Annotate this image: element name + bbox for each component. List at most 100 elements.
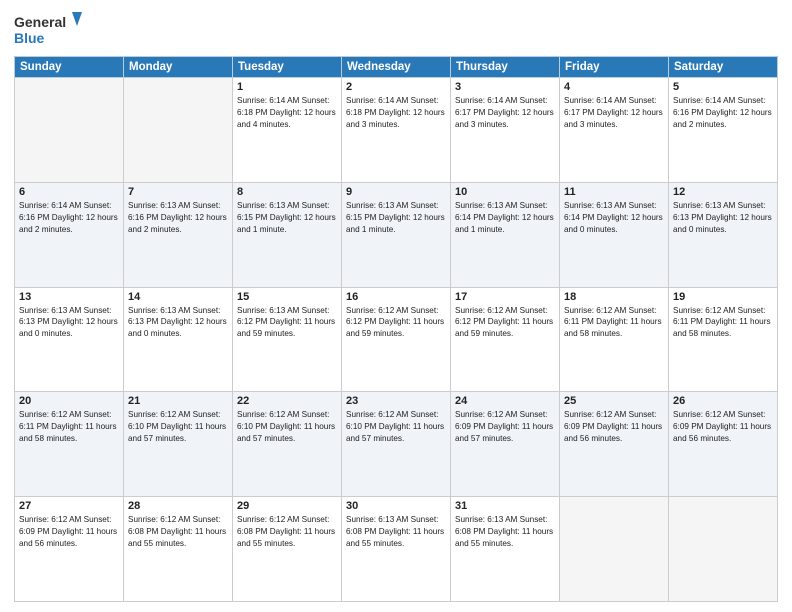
calendar-day-cell: 12 Sunrise: 6:13 AM Sunset: 6:13 PM Dayli… xyxy=(669,182,778,287)
day-info: Sunrise: 6:14 AM Sunset: 6:16 PM Dayligh… xyxy=(673,95,773,131)
svg-text:Blue: Blue xyxy=(14,30,45,46)
day-info: Sunrise: 6:12 AM Sunset: 6:10 PM Dayligh… xyxy=(128,409,228,445)
day-number: 15 xyxy=(237,291,337,303)
calendar-day-header: Friday xyxy=(560,57,669,78)
day-info: Sunrise: 6:13 AM Sunset: 6:13 PM Dayligh… xyxy=(673,200,773,236)
logo-svg: General Blue xyxy=(14,10,84,50)
calendar-day-cell xyxy=(124,78,233,183)
calendar-day-cell: 10 Sunrise: 6:13 AM Sunset: 6:14 PM Dayli… xyxy=(451,182,560,287)
day-info: Sunrise: 6:13 AM Sunset: 6:08 PM Dayligh… xyxy=(346,514,446,550)
day-number: 26 xyxy=(673,395,773,407)
day-info: Sunrise: 6:12 AM Sunset: 6:11 PM Dayligh… xyxy=(564,305,664,341)
day-info: Sunrise: 6:13 AM Sunset: 6:15 PM Dayligh… xyxy=(346,200,446,236)
day-number: 7 xyxy=(128,186,228,198)
day-number: 3 xyxy=(455,81,555,93)
day-number: 17 xyxy=(455,291,555,303)
day-info: Sunrise: 6:13 AM Sunset: 6:08 PM Dayligh… xyxy=(455,514,555,550)
calendar-day-cell: 8 Sunrise: 6:13 AM Sunset: 6:15 PM Daylig… xyxy=(233,182,342,287)
day-number: 28 xyxy=(128,500,228,512)
day-info: Sunrise: 6:13 AM Sunset: 6:14 PM Dayligh… xyxy=(455,200,555,236)
calendar-day-cell: 21 Sunrise: 6:12 AM Sunset: 6:10 PM Dayli… xyxy=(124,392,233,497)
day-info: Sunrise: 6:13 AM Sunset: 6:14 PM Dayligh… xyxy=(564,200,664,236)
day-info: Sunrise: 6:13 AM Sunset: 6:13 PM Dayligh… xyxy=(128,305,228,341)
day-number: 6 xyxy=(19,186,119,198)
calendar-day-cell: 11 Sunrise: 6:13 AM Sunset: 6:14 PM Dayli… xyxy=(560,182,669,287)
calendar-day-cell: 4 Sunrise: 6:14 AM Sunset: 6:17 PM Daylig… xyxy=(560,78,669,183)
calendar-day-cell: 14Sunrise: 6:13 AM Sunset: 6:13 PM Dayli… xyxy=(124,287,233,392)
day-info: Sunrise: 6:14 AM Sunset: 6:17 PM Dayligh… xyxy=(564,95,664,131)
calendar-day-cell: 29Sunrise: 6:12 AM Sunset: 6:08 PM Dayli… xyxy=(233,497,342,602)
calendar-day-cell: 28 Sunrise: 6:12 AM Sunset: 6:08 PM Dayli… xyxy=(124,497,233,602)
day-number: 1 xyxy=(237,81,337,93)
day-number: 29 xyxy=(237,500,337,512)
calendar-week-row: 1 Sunrise: 6:14 AM Sunset: 6:18 PM Daylig… xyxy=(15,78,778,183)
calendar-day-cell: 6 Sunrise: 6:14 AM Sunset: 6:16 PM Daylig… xyxy=(15,182,124,287)
calendar-week-row: 6 Sunrise: 6:14 AM Sunset: 6:16 PM Daylig… xyxy=(15,182,778,287)
calendar-day-cell xyxy=(560,497,669,602)
calendar-header-row: SundayMondayTuesdayWednesdayThursdayFrid… xyxy=(15,57,778,78)
calendar-week-row: 20 Sunrise: 6:12 AM Sunset: 6:11 PM Dayli… xyxy=(15,392,778,497)
calendar-day-cell: 3 Sunrise: 6:14 AM Sunset: 6:17 PM Daylig… xyxy=(451,78,560,183)
day-number: 21 xyxy=(128,395,228,407)
day-info: Sunrise: 6:12 AM Sunset: 6:09 PM Dayligh… xyxy=(19,514,119,550)
day-info: Sunrise: 6:12 AM Sunset: 6:09 PM Dayligh… xyxy=(673,409,773,445)
calendar-day-cell: 30 Sunrise: 6:13 AM Sunset: 6:08 PM Dayli… xyxy=(342,497,451,602)
calendar-day-cell: 17 Sunrise: 6:12 AM Sunset: 6:12 PM Dayli… xyxy=(451,287,560,392)
calendar-day-header: Thursday xyxy=(451,57,560,78)
day-info: Sunrise: 6:12 AM Sunset: 6:11 PM Dayligh… xyxy=(673,305,773,341)
day-info: Sunrise: 6:12 AM Sunset: 6:09 PM Dayligh… xyxy=(564,409,664,445)
calendar-day-cell: 31 Sunrise: 6:13 AM Sunset: 6:08 PM Dayli… xyxy=(451,497,560,602)
day-info: Sunrise: 6:14 AM Sunset: 6:17 PM Dayligh… xyxy=(455,95,555,131)
day-number: 25 xyxy=(564,395,664,407)
day-info: Sunrise: 6:13 AM Sunset: 6:15 PM Dayligh… xyxy=(237,200,337,236)
calendar-day-cell: 19Sunrise: 6:12 AM Sunset: 6:11 PM Dayli… xyxy=(669,287,778,392)
day-info: Sunrise: 6:13 AM Sunset: 6:16 PM Dayligh… xyxy=(128,200,228,236)
calendar-day-cell: 18Sunrise: 6:12 AM Sunset: 6:11 PM Dayli… xyxy=(560,287,669,392)
calendar-day-cell: 7 Sunrise: 6:13 AM Sunset: 6:16 PM Daylig… xyxy=(124,182,233,287)
calendar-week-row: 13 Sunrise: 6:13 AM Sunset: 6:13 PM Dayli… xyxy=(15,287,778,392)
calendar-day-cell: 27 Sunrise: 6:12 AM Sunset: 6:09 PM Dayli… xyxy=(15,497,124,602)
day-info: Sunrise: 6:12 AM Sunset: 6:10 PM Dayligh… xyxy=(346,409,446,445)
day-number: 20 xyxy=(19,395,119,407)
calendar-day-cell: 13Sunrise: 6:13 AM Sunset: 6:13 PM Dayli… xyxy=(15,287,124,392)
day-number: 8 xyxy=(237,186,337,198)
calendar-day-cell xyxy=(15,78,124,183)
day-info: Sunrise: 6:12 AM Sunset: 6:08 PM Dayligh… xyxy=(128,514,228,550)
day-number: 5 xyxy=(673,81,773,93)
day-number: 12 xyxy=(673,186,773,198)
calendar-day-cell: 2Sunrise: 6:14 AM Sunset: 6:18 PM Daylig… xyxy=(342,78,451,183)
calendar-day-cell: 15Sunrise: 6:13 AM Sunset: 6:12 PM Dayli… xyxy=(233,287,342,392)
day-number: 4 xyxy=(564,81,664,93)
day-info: Sunrise: 6:12 AM Sunset: 6:10 PM Dayligh… xyxy=(237,409,337,445)
day-number: 2 xyxy=(346,81,446,93)
page-header: General Blue xyxy=(14,10,778,50)
calendar-day-cell: 16Sunrise: 6:12 AM Sunset: 6:12 PM Dayli… xyxy=(342,287,451,392)
day-number: 24 xyxy=(455,395,555,407)
calendar-day-header: Saturday xyxy=(669,57,778,78)
day-info: Sunrise: 6:14 AM Sunset: 6:16 PM Dayligh… xyxy=(19,200,119,236)
day-number: 31 xyxy=(455,500,555,512)
day-info: Sunrise: 6:12 AM Sunset: 6:11 PM Dayligh… xyxy=(19,409,119,445)
day-number: 27 xyxy=(19,500,119,512)
calendar-day-header: Tuesday xyxy=(233,57,342,78)
calendar-day-header: Wednesday xyxy=(342,57,451,78)
calendar-day-cell: 22 Sunrise: 6:12 AM Sunset: 6:10 PM Dayli… xyxy=(233,392,342,497)
calendar-day-header: Sunday xyxy=(15,57,124,78)
calendar-day-cell: 25 Sunrise: 6:12 AM Sunset: 6:09 PM Dayli… xyxy=(560,392,669,497)
calendar-day-header: Monday xyxy=(124,57,233,78)
day-number: 10 xyxy=(455,186,555,198)
calendar-table: SundayMondayTuesdayWednesdayThursdayFrid… xyxy=(14,56,778,602)
calendar-day-cell: 24Sunrise: 6:12 AM Sunset: 6:09 PM Dayli… xyxy=(451,392,560,497)
svg-text:General: General xyxy=(14,14,66,30)
logo: General Blue xyxy=(14,10,84,50)
day-number: 23 xyxy=(346,395,446,407)
calendar-day-cell: 9Sunrise: 6:13 AM Sunset: 6:15 PM Daylig… xyxy=(342,182,451,287)
day-info: Sunrise: 6:14 AM Sunset: 6:18 PM Dayligh… xyxy=(237,95,337,131)
day-number: 22 xyxy=(237,395,337,407)
day-number: 30 xyxy=(346,500,446,512)
day-number: 11 xyxy=(564,186,664,198)
calendar-day-cell xyxy=(669,497,778,602)
day-info: Sunrise: 6:12 AM Sunset: 6:12 PM Dayligh… xyxy=(455,305,555,341)
day-number: 13 xyxy=(19,291,119,303)
calendar-day-cell: 20 Sunrise: 6:12 AM Sunset: 6:11 PM Dayli… xyxy=(15,392,124,497)
